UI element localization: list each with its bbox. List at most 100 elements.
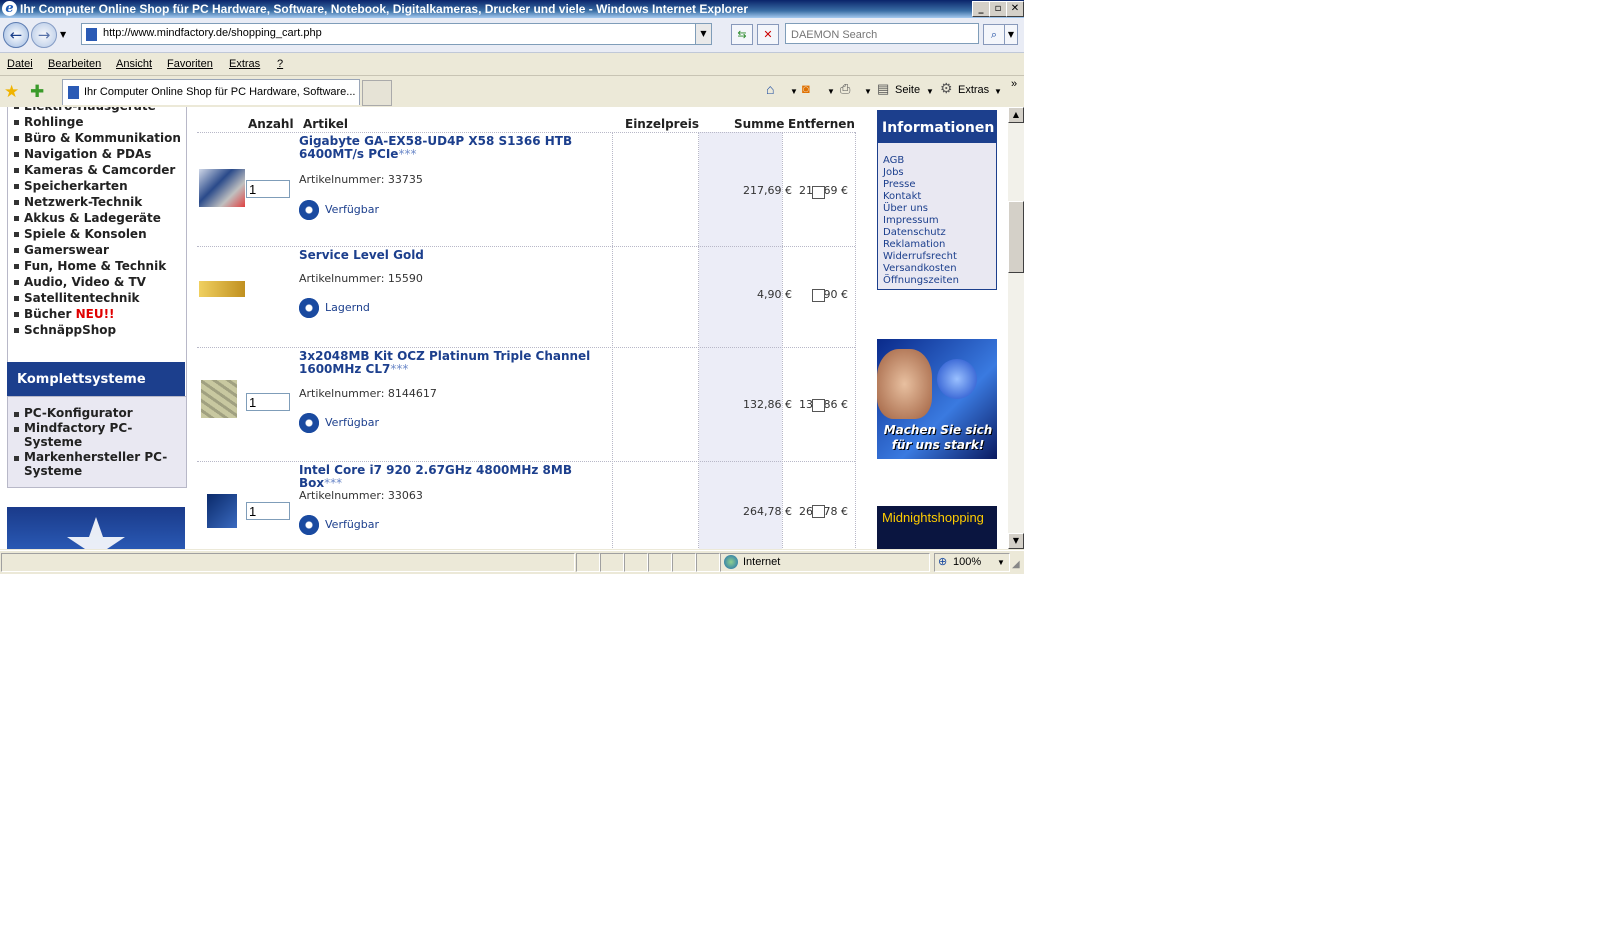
product-image[interactable] — [201, 380, 237, 418]
page-menu-label[interactable]: Seite — [895, 84, 920, 96]
product-image[interactable] — [199, 169, 245, 207]
home-icon[interactable]: ⌂ — [766, 81, 774, 97]
home-dropdown-icon[interactable]: ▼ — [790, 87, 798, 96]
product-name[interactable]: Service Level Gold — [299, 249, 615, 262]
feeds-dropdown-icon[interactable]: ▼ — [827, 87, 835, 96]
favorites-star-icon[interactable]: ★ — [4, 82, 19, 102]
menu-favoriten[interactable]: Favoriten — [167, 58, 213, 70]
menu-datei[interactable]: Datei — [7, 58, 33, 70]
minimize-button[interactable]: _ — [972, 1, 990, 17]
address-field[interactable]: http://www.mindfactory.de/shopping_cart.… — [81, 23, 712, 45]
nav-category-item[interactable]: Navigation & PDAs — [14, 146, 186, 162]
product-image[interactable] — [199, 281, 245, 297]
nav-category-item[interactable]: Audio, Video & TV — [14, 274, 186, 290]
chevron-more-icon[interactable]: » — [1011, 78, 1017, 90]
nav-category-item[interactable]: Rohlinge — [14, 114, 186, 130]
scroll-thumb[interactable] — [1008, 201, 1024, 273]
extras-menu-label[interactable]: Extras — [958, 84, 989, 96]
quantity-input[interactable] — [246, 180, 290, 198]
nav-pc-konfigurator[interactable]: PC-Konfigurator — [14, 406, 186, 420]
star-banner[interactable] — [7, 507, 185, 549]
scroll-up-icon[interactable]: ▲ — [1008, 107, 1024, 123]
tab-active[interactable]: Ihr Computer Online Shop für PC Hardware… — [62, 79, 360, 105]
nav-category-item[interactable]: Kameras & Camcorder — [14, 162, 186, 178]
info-link[interactable]: Widerrufsrecht — [883, 251, 959, 263]
menu-help[interactable]: ? — [277, 58, 283, 70]
url-text[interactable]: http://www.mindfactory.de/shopping_cart.… — [103, 27, 322, 39]
nav-markenhersteller-systeme[interactable]: Markenhersteller PC-Systeme — [14, 450, 186, 478]
nav-category-item[interactable]: Satellitentechnik — [14, 290, 186, 306]
info-link[interactable]: Kontakt — [883, 191, 959, 203]
col-summe: Summe — [734, 117, 785, 131]
refresh-button[interactable]: ⇆ — [731, 24, 753, 45]
history-dropdown-icon[interactable]: ▼ — [60, 30, 66, 39]
midnight-banner[interactable]: Midnightshopping — [877, 506, 997, 549]
search-icon[interactable]: ⌕ — [983, 24, 1005, 45]
nav-category-item[interactable]: Netzwerk-Technik — [14, 194, 186, 210]
availability-gear-icon — [299, 298, 319, 318]
product-name[interactable]: Intel Core i7 920 2.67GHz 4800MHz 8MB Bo… — [299, 464, 615, 490]
add-favorite-icon[interactable]: ✚ — [30, 82, 44, 102]
zoom-control[interactable]: ⊕ 100% ▼ — [934, 553, 1010, 572]
remove-checkbox[interactable] — [812, 505, 825, 518]
nav-category-item[interactable]: SchnäppShop — [14, 322, 186, 338]
tab-page-icon — [68, 86, 79, 99]
info-link[interactable]: Reklamation — [883, 239, 959, 251]
product-name[interactable]: 3x2048MB Kit OCZ Platinum Triple Channel… — [299, 350, 615, 376]
info-link[interactable]: Presse — [883, 179, 959, 191]
nav-category-item[interactable]: Spiele & Konsolen — [14, 226, 186, 242]
menu-bearbeiten[interactable]: Bearbeiten — [48, 58, 101, 70]
search-options-icon[interactable]: ▼ — [1004, 24, 1018, 45]
resize-grip-icon[interactable]: ◢ — [1012, 559, 1020, 570]
search-box[interactable] — [785, 23, 979, 44]
remove-checkbox[interactable] — [812, 289, 825, 302]
feeds-icon[interactable]: ◙ — [802, 81, 810, 96]
product-image[interactable] — [207, 494, 237, 528]
new-tab-button[interactable] — [362, 80, 392, 106]
info-link[interactable]: Versandkosten — [883, 263, 959, 275]
nav-category-item[interactable]: Bücher NEU!! — [14, 306, 186, 322]
remove-checkbox[interactable] — [812, 186, 825, 199]
gear-icon[interactable]: ⚙ — [940, 80, 953, 97]
nav-category-item[interactable]: Büro & Kommunikation — [14, 130, 186, 146]
search-input[interactable] — [789, 26, 973, 43]
nav-category-item[interactable]: Speicherkarten — [14, 178, 186, 194]
menu-ansicht[interactable]: Ansicht — [116, 58, 152, 70]
quantity-input[interactable] — [246, 502, 290, 520]
address-dropdown-icon[interactable]: ▼ — [695, 24, 711, 44]
print-icon[interactable]: ⎙ — [840, 81, 850, 97]
nav-mindfactory-systeme[interactable]: Mindfactory PC-Systeme — [14, 421, 186, 449]
close-button[interactable]: ✕ — [1006, 1, 1024, 17]
info-link[interactable]: Jobs — [883, 167, 959, 179]
nav-category-label: Satellitentechnik — [24, 291, 140, 305]
quantity-input[interactable] — [246, 393, 290, 411]
vertical-scrollbar[interactable]: ▲ ▼ — [1008, 107, 1024, 549]
menu-extras[interactable]: Extras — [229, 58, 260, 70]
info-link[interactable]: Datenschutz — [883, 227, 959, 239]
remove-checkbox[interactable] — [812, 399, 825, 412]
info-link[interactable]: Öffnungszeiten — [883, 275, 959, 287]
category-list: Elektro-Hausgeräte Rohlinge Büro & Kommuni… — [8, 107, 186, 338]
info-link[interactable]: Impressum — [883, 215, 959, 227]
info-link[interactable]: AGB — [883, 155, 959, 167]
print-dropdown-icon[interactable]: ▼ — [864, 87, 872, 96]
stop-button[interactable]: ✕ — [757, 24, 779, 45]
nav-category-item[interactable]: Fun, Home & Technik — [14, 258, 186, 274]
fitness-banner[interactable]: Machen Sie sich für uns stark! — [877, 339, 997, 459]
info-link[interactable]: Über uns — [883, 203, 959, 215]
page-menu-icon[interactable]: ▤ — [877, 81, 889, 97]
back-button[interactable]: ← — [3, 22, 29, 48]
nav-category-item[interactable]: Gamerswear — [14, 242, 186, 258]
forward-button[interactable]: → — [31, 22, 57, 48]
nav-category-item[interactable]: Elektro-Hausgeräte — [14, 107, 186, 114]
page-menu-dropdown-icon[interactable]: ▼ — [926, 87, 934, 96]
product-name[interactable]: Gigabyte GA-EX58-UD4P X58 S1366 HTB 6400… — [299, 135, 615, 161]
extras-dropdown-icon[interactable]: ▼ — [994, 87, 1002, 96]
zoom-dropdown-icon[interactable]: ▼ — [997, 558, 1005, 567]
zoom-icon: ⊕ — [938, 556, 948, 568]
banner-figure — [877, 349, 932, 419]
zone-segment[interactable]: Internet — [720, 553, 930, 572]
maximize-button[interactable]: ▫ — [989, 1, 1007, 17]
nav-category-item[interactable]: Akkus & Ladegeräte — [14, 210, 186, 226]
scroll-down-icon[interactable]: ▼ — [1008, 533, 1024, 549]
